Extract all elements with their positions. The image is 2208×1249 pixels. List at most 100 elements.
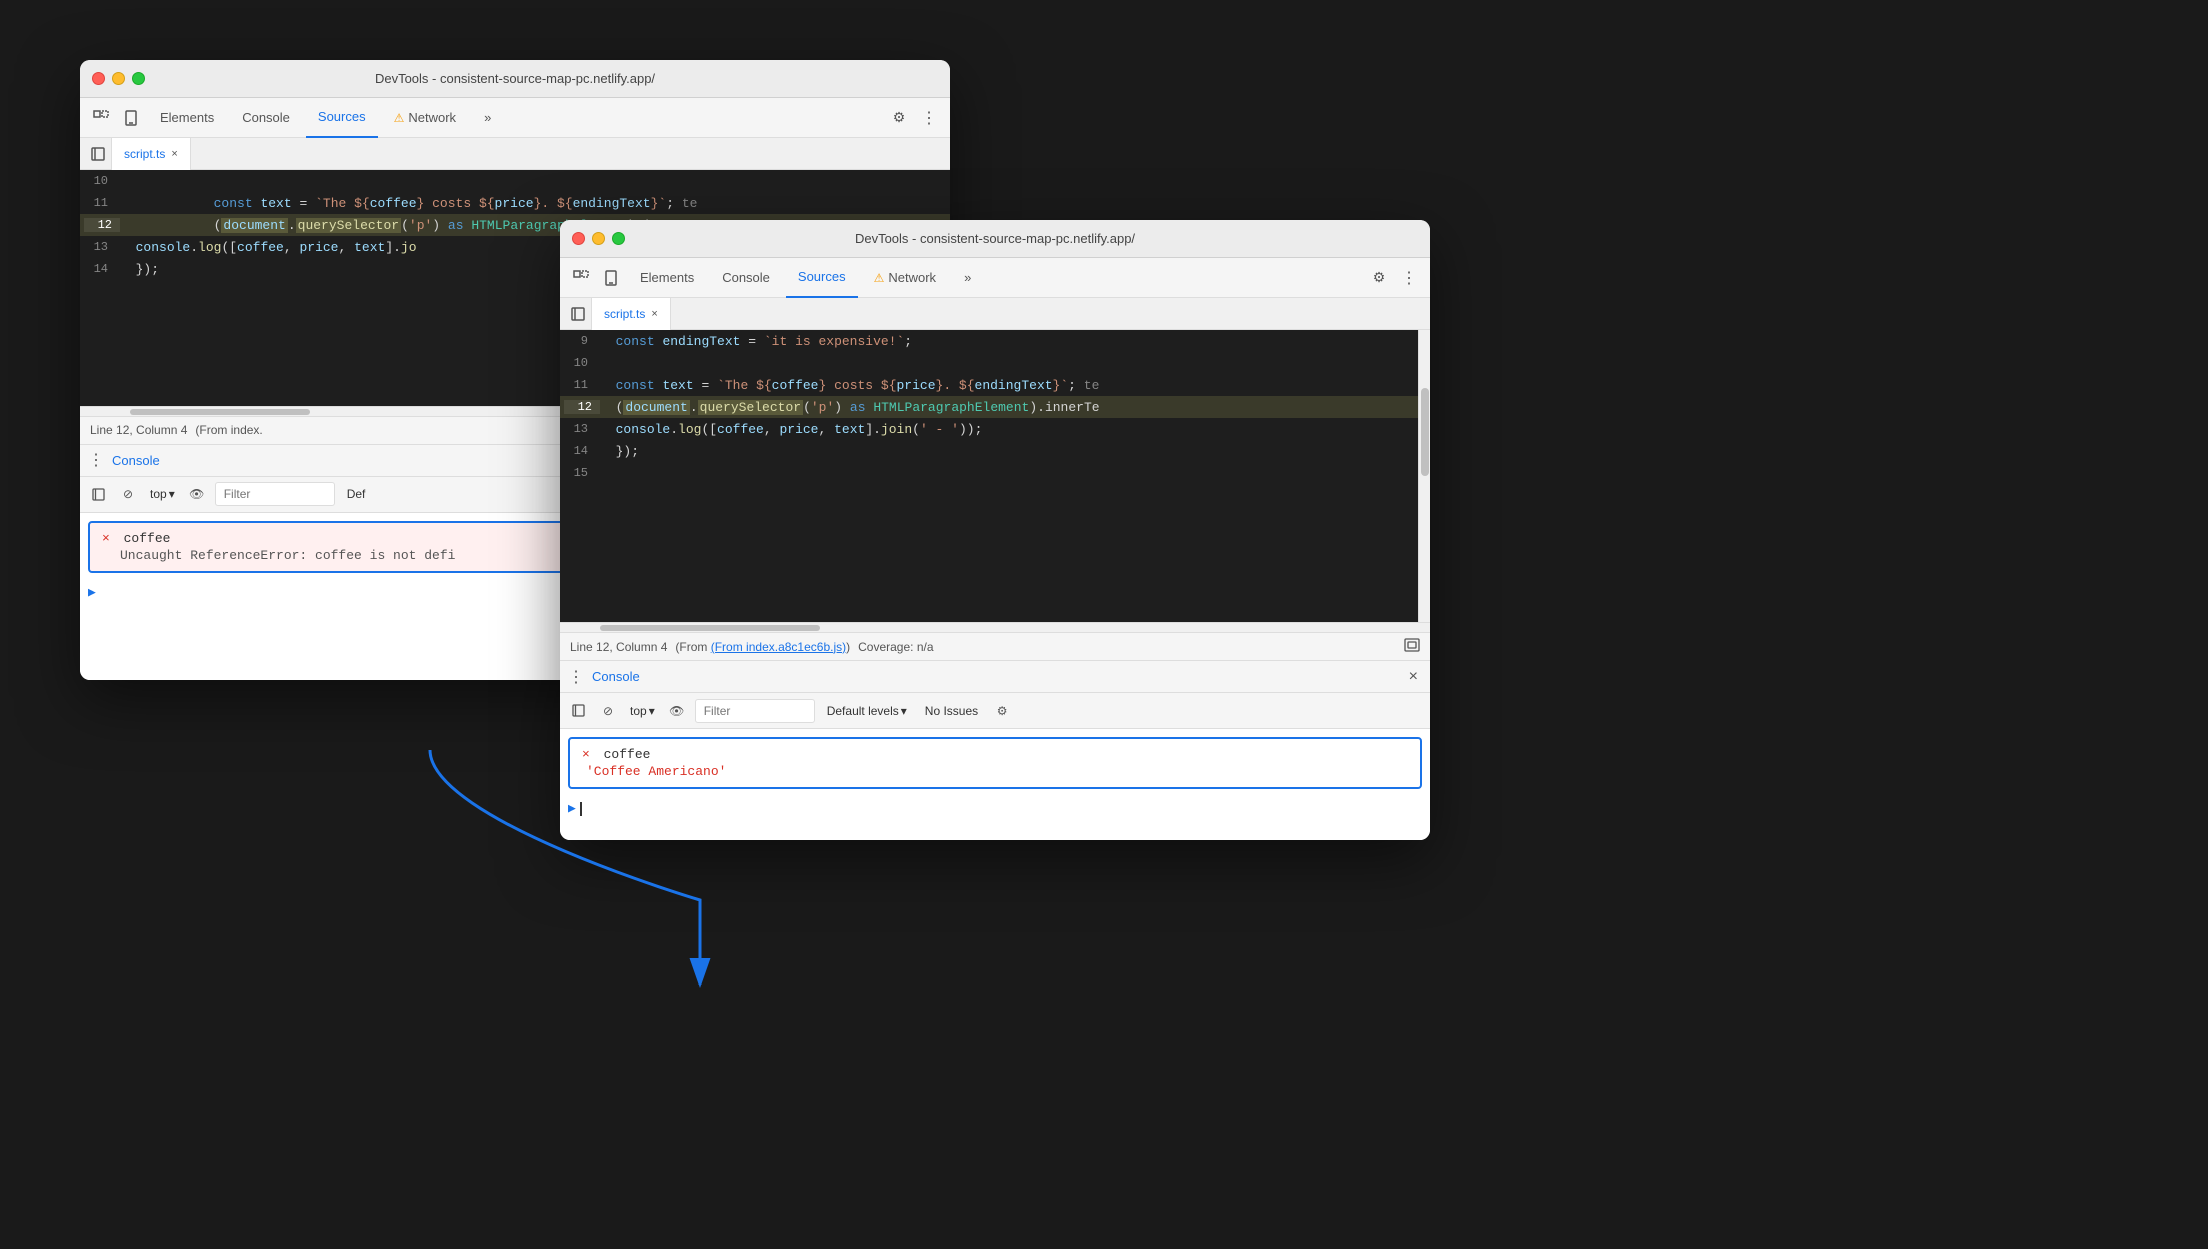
device-icon-front[interactable] bbox=[598, 265, 624, 291]
code-line-10-front: 10 bbox=[560, 352, 1418, 374]
maximize-button-front[interactable] bbox=[612, 232, 625, 245]
close-console-btn[interactable]: × bbox=[1405, 668, 1422, 686]
settings-console-btn[interactable]: ⚙ bbox=[990, 699, 1014, 723]
tab-elements-front[interactable]: Elements bbox=[628, 258, 706, 298]
inspect-icon-front[interactable] bbox=[568, 265, 594, 291]
traffic-lights-back bbox=[92, 72, 145, 85]
code-line-14-front: 14 }); bbox=[560, 440, 1418, 462]
status-bar-front: Line 12, Column 4 (From (From index.a8c1… bbox=[560, 632, 1430, 660]
toolbar-back: Elements Console Sources ⚠ Network » ⚙ ⋮ bbox=[80, 98, 950, 138]
maximize-button-back[interactable] bbox=[132, 72, 145, 85]
clear-btn-back[interactable]: ⊘ bbox=[116, 482, 140, 506]
file-tab-close[interactable]: × bbox=[171, 148, 177, 160]
top-selector-back[interactable]: top ▾ bbox=[146, 485, 179, 503]
minimize-button-back[interactable] bbox=[112, 72, 125, 85]
success-label-front: coffee bbox=[604, 747, 651, 762]
code-line-11-front: 11 const text = `The ${coffee} costs ${p… bbox=[560, 374, 1418, 396]
title-bar-front: DevTools - consistent-source-map-pc.netl… bbox=[560, 220, 1430, 258]
cursor-position-front: Line 12, Column 4 bbox=[570, 640, 667, 654]
clear-btn-front[interactable]: ⊘ bbox=[596, 699, 620, 723]
minimize-button-front[interactable] bbox=[592, 232, 605, 245]
tab-elements[interactable]: Elements bbox=[148, 98, 226, 138]
eye-btn-front[interactable]: 👁 bbox=[665, 699, 689, 723]
inspect-icon[interactable] bbox=[88, 105, 114, 131]
sidebar-toggle-front[interactable] bbox=[564, 298, 592, 330]
success-value-row: 'Coffee Americano' bbox=[586, 764, 1408, 779]
close-button-back[interactable] bbox=[92, 72, 105, 85]
tab-sources[interactable]: Sources bbox=[306, 98, 378, 138]
file-tab-label: script.ts bbox=[124, 147, 165, 161]
file-tab-script[interactable]: script.ts × bbox=[112, 138, 191, 170]
tab-sources-front[interactable]: Sources bbox=[786, 258, 858, 298]
code-line-13-front: 13 console.log([coffee, price, text].joi… bbox=[560, 418, 1418, 440]
file-tab-script-front[interactable]: script.ts × bbox=[592, 298, 671, 330]
error-label-back: coffee bbox=[124, 531, 171, 546]
dots-icon-back: ⋮ bbox=[88, 450, 104, 470]
scrollbar-thumb-h-front[interactable] bbox=[600, 625, 820, 631]
scrollbar-h-front[interactable] bbox=[560, 622, 1430, 632]
warning-icon-front: ⚠ bbox=[874, 271, 885, 285]
filter-input-back[interactable] bbox=[215, 482, 335, 506]
toolbar-right-front: ⚙ ⋮ bbox=[1366, 265, 1422, 291]
file-tab-close-front[interactable]: × bbox=[651, 308, 657, 320]
devtools-window-front: DevTools - consistent-source-map-pc.netl… bbox=[560, 220, 1430, 840]
window-title-front: DevTools - consistent-source-map-pc.netl… bbox=[855, 231, 1135, 246]
code-line-9-front: 9 const endingText = `it is expensive!`; bbox=[560, 330, 1418, 352]
tab-more[interactable]: » bbox=[472, 98, 503, 138]
console-title-back: Console bbox=[112, 453, 160, 468]
cursor-front bbox=[580, 802, 582, 816]
success-entry-front: × coffee 'Coffee Americano' bbox=[568, 737, 1422, 789]
code-editor-front: 9 const endingText = `it is expensive!`;… bbox=[560, 330, 1418, 622]
coverage-front: Coverage: n/a bbox=[858, 640, 933, 654]
devtools-body-front: Elements Console Sources ⚠ Network » ⚙ ⋮ bbox=[560, 258, 1430, 840]
console-toolbar-front: ⊘ top ▾ 👁 Default levels ▾ No Issues ⚙ bbox=[560, 693, 1430, 729]
settings-icon-front[interactable]: ⚙ bbox=[1366, 265, 1392, 291]
file-tab-label-front: script.ts bbox=[604, 307, 645, 321]
source-from-front: (From (From index.a8c1ec6b.js)) bbox=[675, 640, 850, 654]
screenshot-icon-front[interactable] bbox=[1404, 637, 1420, 656]
sidebar-btn-front[interactable] bbox=[566, 699, 590, 723]
warning-icon: ⚠ bbox=[394, 111, 405, 125]
no-issues-label: No Issues bbox=[919, 702, 984, 720]
toolbar-front: Elements Console Sources ⚠ Network » ⚙ ⋮ bbox=[560, 258, 1430, 298]
default-levels-back[interactable]: Def bbox=[341, 485, 372, 503]
dots-icon-front: ⋮ bbox=[568, 667, 584, 687]
file-tab-bar-front: script.ts × bbox=[560, 298, 1430, 330]
console-header-front: ⋮ Console × bbox=[560, 661, 1430, 693]
device-icon[interactable] bbox=[118, 105, 144, 131]
scrollbar-thumb-h-back[interactable] bbox=[130, 409, 310, 415]
code-line-12-front: 12 (document.querySelector('p') as HTMLP… bbox=[560, 396, 1418, 418]
toolbar-right-back: ⚙ ⋮ bbox=[886, 105, 942, 131]
tab-console[interactable]: Console bbox=[230, 98, 302, 138]
error-msg-text-back: Uncaught ReferenceError: coffee is not d… bbox=[120, 548, 455, 563]
chevron-down-icon-front: ▾ bbox=[649, 704, 655, 718]
settings-icon[interactable]: ⚙ bbox=[886, 105, 912, 131]
file-tab-bar-back: script.ts × bbox=[80, 138, 950, 170]
default-levels-front[interactable]: Default levels ▾ bbox=[821, 702, 913, 720]
scrollbar-v-front[interactable] bbox=[1418, 330, 1430, 622]
traffic-lights-front bbox=[572, 232, 625, 245]
success-value-front: 'Coffee Americano' bbox=[586, 764, 726, 779]
more-menu-icon-front[interactable]: ⋮ bbox=[1396, 265, 1422, 291]
scrollbar-v-thumb-front[interactable] bbox=[1421, 388, 1429, 476]
close-button-front[interactable] bbox=[572, 232, 585, 245]
source-link-front[interactable]: (From index.a8c1ec6b.js) bbox=[711, 640, 846, 654]
console-title-front: Console bbox=[592, 669, 640, 684]
code-area-front: 9 const endingText = `it is expensive!`;… bbox=[560, 330, 1430, 622]
prompt-icon-back: ▶ bbox=[88, 585, 96, 600]
tab-network[interactable]: ⚠ Network bbox=[382, 98, 468, 138]
top-selector-front[interactable]: top ▾ bbox=[626, 702, 659, 720]
eye-btn-back[interactable]: 👁 bbox=[185, 482, 209, 506]
sidebar-btn-back[interactable] bbox=[86, 482, 110, 506]
tab-more-front[interactable]: » bbox=[952, 258, 983, 298]
tab-console-front[interactable]: Console bbox=[710, 258, 782, 298]
tab-network-front[interactable]: ⚠ Network bbox=[862, 258, 948, 298]
more-menu-icon[interactable]: ⋮ bbox=[916, 105, 942, 131]
filter-input-front[interactable] bbox=[695, 699, 815, 723]
chevron-down-icon-back: ▾ bbox=[169, 487, 175, 501]
window-title-back: DevTools - consistent-source-map-pc.netl… bbox=[375, 71, 655, 86]
code-line-15-front: 15 bbox=[560, 462, 1418, 484]
sidebar-toggle-back[interactable] bbox=[84, 138, 112, 170]
source-from-back: (From index. bbox=[195, 423, 262, 437]
chevron-icon-default: ▾ bbox=[901, 704, 907, 718]
